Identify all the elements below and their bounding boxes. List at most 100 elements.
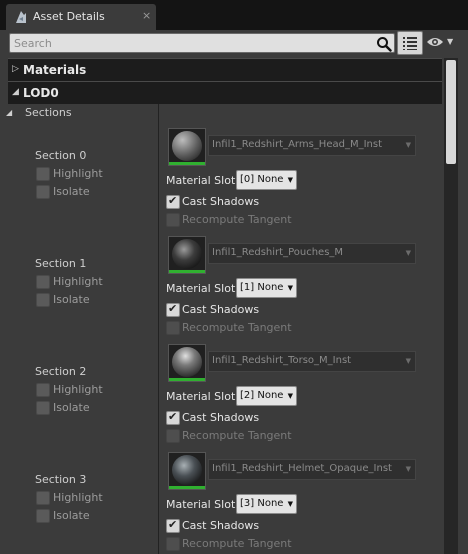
material-slot-value: [1] None [240, 282, 284, 293]
cast-shadows-checkbox[interactable]: ✔ [166, 194, 180, 209]
search-box [9, 33, 395, 53]
chevron-down-icon: ▼ [405, 357, 411, 365]
chevron-down-icon: ▼ [287, 500, 293, 508]
cast-shadows-checkbox[interactable]: ✔ [166, 302, 180, 317]
highlight-label: Highlight [53, 383, 103, 396]
search-input[interactable] [14, 34, 369, 52]
scrollbar-thumb[interactable] [446, 60, 456, 164]
chevron-down-icon: ▼ [287, 392, 293, 400]
cast-shadows-label: Cast Shadows [182, 195, 260, 208]
search-icon[interactable] [376, 36, 392, 52]
material-slot-dropdown[interactable]: [1] None ▼ [236, 278, 297, 298]
material-slot-label: Material Slot [166, 498, 236, 511]
recompute-tangent-label: Recompute Tangent [182, 429, 292, 442]
material-slot-value: [3] None [240, 498, 284, 509]
material-indicator-bar [169, 162, 205, 165]
material-preview-sphere [172, 239, 202, 269]
chevron-down-icon[interactable]: ◢ [6, 108, 12, 117]
asset-details-icon [16, 11, 26, 23]
isolate-checkbox[interactable] [36, 401, 50, 415]
checkmark-icon: ✔ [168, 302, 178, 315]
material-slot-dropdown[interactable]: [3] None ▼ [236, 494, 297, 514]
material-slot-dropdown[interactable]: [0] None ▼ [236, 170, 297, 190]
category-title: Materials [23, 63, 87, 77]
tab-title: Asset Details [33, 10, 105, 23]
material-slot-value: [2] None [240, 390, 284, 401]
chevron-right-icon: ▷ [12, 64, 19, 74]
section-label: Section 2 [35, 365, 87, 378]
material-thumbnail[interactable] [168, 128, 206, 166]
material-preview-sphere [172, 455, 202, 485]
recompute-tangent-checkbox[interactable] [166, 321, 180, 335]
recompute-tangent-label: Recompute Tangent [182, 537, 292, 550]
eye-icon[interactable] [426, 36, 444, 48]
tab-asset-details[interactable]: Asset Details × [6, 4, 156, 30]
recompute-tangent-label: Recompute Tangent [182, 321, 292, 334]
category-materials[interactable]: ▷ Materials [8, 58, 442, 81]
chevron-down-icon: ▼ [287, 284, 293, 292]
chevron-down-icon: ◢ [12, 87, 19, 97]
checkmark-icon: ✔ [168, 410, 178, 423]
cast-shadows-checkbox[interactable]: ✔ [166, 518, 180, 533]
material-name: Infil1_Redshirt_Helmet_Opaque_Inst [212, 463, 392, 474]
section-label: Section 1 [35, 257, 87, 270]
section-label: Section 3 [35, 473, 87, 486]
material-slot-label: Material Slot [166, 390, 236, 403]
category-title: LOD0 [23, 86, 59, 100]
material-thumbnail[interactable] [168, 452, 206, 490]
sections-label: Sections [25, 106, 72, 119]
highlight-checkbox[interactable] [36, 167, 50, 181]
isolate-label: Isolate [53, 401, 90, 414]
recompute-tangent-checkbox[interactable] [166, 429, 180, 443]
highlight-checkbox[interactable] [36, 275, 50, 289]
isolate-checkbox[interactable] [36, 185, 50, 199]
isolate-label: Isolate [53, 185, 90, 198]
chevron-down-icon: ▼ [405, 465, 411, 473]
material-slot-label: Material Slot [166, 282, 236, 295]
material-name: Infil1_Redshirt_Pouches_M [212, 247, 344, 258]
view-options-button[interactable] [397, 31, 423, 55]
material-picker[interactable]: Infil1_Redshirt_Pouches_M ▼ [208, 243, 416, 264]
isolate-checkbox[interactable] [36, 509, 50, 523]
chevron-down-icon: ▼ [287, 176, 293, 184]
highlight-checkbox[interactable] [36, 491, 50, 505]
section-label: Section 0 [35, 149, 87, 162]
material-name: Infil1_Redshirt_Arms_Head_M_Inst [212, 139, 383, 150]
list-icon [403, 37, 417, 50]
chevron-down-icon[interactable]: ▼ [447, 37, 453, 46]
highlight-checkbox[interactable] [36, 383, 50, 397]
checkmark-icon: ✔ [168, 194, 178, 207]
isolate-label: Isolate [53, 293, 90, 306]
material-thumbnail[interactable] [168, 236, 206, 274]
recompute-tangent-checkbox[interactable] [166, 213, 180, 227]
material-indicator-bar [169, 378, 205, 381]
material-picker[interactable]: Infil1_Redshirt_Helmet_Opaque_Inst ▼ [208, 459, 416, 480]
material-slot-label: Material Slot [166, 174, 236, 187]
material-indicator-bar [169, 270, 205, 273]
material-picker[interactable]: Infil1_Redshirt_Torso_M_Inst ▼ [208, 351, 416, 372]
material-name: Infil1_Redshirt_Torso_M_Inst [212, 355, 352, 366]
cast-shadows-label: Cast Shadows [182, 411, 260, 424]
material-picker[interactable]: Infil1_Redshirt_Arms_Head_M_Inst ▼ [208, 135, 416, 156]
checkmark-icon: ✔ [168, 518, 178, 531]
material-slot-value: [0] None [240, 174, 284, 185]
isolate-checkbox[interactable] [36, 293, 50, 307]
highlight-label: Highlight [53, 491, 103, 504]
material-preview-sphere [172, 131, 202, 161]
recompute-tangent-label: Recompute Tangent [182, 213, 292, 226]
highlight-label: Highlight [53, 167, 103, 180]
cast-shadows-label: Cast Shadows [182, 303, 260, 316]
close-icon[interactable]: × [142, 9, 151, 22]
material-slot-dropdown[interactable]: [2] None ▼ [236, 386, 297, 406]
chevron-down-icon: ▼ [405, 249, 411, 257]
cast-shadows-label: Cast Shadows [182, 519, 260, 532]
sections-header[interactable] [8, 104, 444, 122]
cast-shadows-checkbox[interactable]: ✔ [166, 410, 180, 425]
material-indicator-bar [169, 486, 205, 489]
chevron-down-icon: ▼ [405, 141, 411, 149]
material-preview-sphere [172, 347, 202, 377]
category-lod0[interactable]: ◢ LOD0 [8, 81, 442, 104]
material-thumbnail[interactable] [168, 344, 206, 382]
highlight-label: Highlight [53, 275, 103, 288]
recompute-tangent-checkbox[interactable] [166, 537, 180, 551]
